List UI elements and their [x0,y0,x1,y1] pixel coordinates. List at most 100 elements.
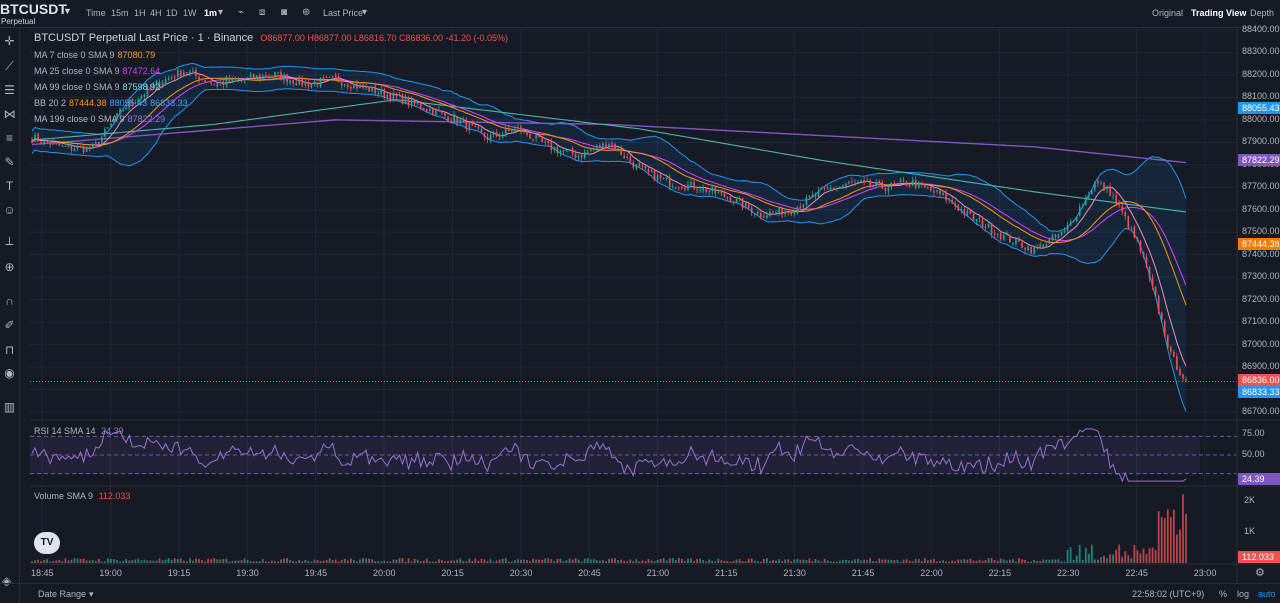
candle-body [386,94,389,98]
legend-bb-label: BB 20 2 [34,98,67,108]
volume-bar [696,559,698,563]
candle-body [107,127,109,129]
volume-bar [289,559,292,563]
volume-bar [884,559,887,563]
volume-bar [55,560,58,563]
volume-bar [1048,559,1051,563]
volume-bar [984,560,987,563]
volume-bar [644,560,647,563]
candle-body [183,71,185,76]
candle-body [681,187,683,189]
volume-bar [799,559,802,563]
legend-ma199[interactable]: MA 199 close 0 SMA 9 87822.29 [34,114,165,124]
volume-bar [1090,544,1093,563]
candle-body [37,133,39,142]
log-scale-toggle[interactable]: log [1237,589,1249,599]
candle-body [796,206,799,214]
legend-ma7[interactable]: MA 7 close 0 SMA 9 87080.79 [34,50,155,60]
date-range-button[interactable]: Date Range [38,589,86,599]
candle-body [195,70,197,76]
candle-body [623,155,625,159]
volume-bar [392,559,395,563]
settings-gear-icon[interactable]: ⚙ [1255,566,1265,579]
volume-bar [492,561,495,563]
volume-bar [225,558,228,563]
candle-body [301,77,304,86]
clock-display[interactable]: 22:58:02 (UTC+9) [1132,589,1204,599]
volume-bar [307,561,310,563]
volume-bar [237,560,240,563]
candle-body [40,142,42,144]
candle-body [532,139,534,141]
volume-bar [987,558,990,563]
candle-body [711,187,714,192]
volume-bar [726,561,729,563]
candle-body [340,83,343,86]
volume-bar [623,560,626,563]
volume-bar [769,561,771,563]
candle-body [1072,220,1075,222]
candle-body [1154,287,1157,297]
volume-legend[interactable]: Volume SMA 9 112.033 [34,491,130,501]
legend-ma99[interactable]: MA 99 close 0 SMA 9 87598.92 [34,82,160,92]
price-tick-label: 87600.00 [1242,203,1280,214]
candle-body [781,207,783,215]
legend-bb[interactable]: BB 20 2 87444.38 88055.43 86833.33 [34,98,188,108]
volume-bar [1012,559,1014,563]
candle-body [362,84,364,88]
candle-body [213,84,216,86]
volume-bar [201,560,203,563]
volume-bar [219,559,222,563]
bb-lower-line [31,88,1187,412]
volume-bar [304,559,307,563]
candle-body [61,145,64,147]
volume-bar [851,560,853,563]
volume-bar [501,558,504,563]
candle-body [793,212,796,214]
candle-body [359,84,361,89]
volume-bar [595,560,598,563]
volume-bar [887,559,890,563]
volume-bar [571,559,574,563]
volume-bar [258,561,261,563]
volume-bar [529,561,531,563]
volume-bar [1163,518,1166,563]
candle-body [501,134,504,137]
auto-scale-toggle[interactable]: auto [1258,589,1276,599]
badge-bb-mid: 87444.38 [1238,238,1280,250]
volume-bar [981,560,984,563]
candle-body [43,139,45,144]
candle-body [583,151,586,158]
percent-scale-toggle[interactable]: % [1219,589,1227,599]
date-range-chevron-icon[interactable]: ▾ [89,589,94,600]
volume-bar [969,558,972,563]
rsi-legend[interactable]: RSI 14 SMA 14 24.39 [34,426,124,436]
volume-bar [243,558,246,563]
candle-body [356,83,358,89]
volume-bar [450,560,452,563]
candle-body [1163,321,1166,337]
volume-bar [1066,549,1069,563]
time-tick-label: 22:30 [1057,568,1080,578]
candle-body [878,181,881,183]
candle-body [304,82,307,85]
candle-body [277,72,279,74]
volume-bar [216,559,219,563]
volume-bar [161,560,164,563]
candle-body [750,207,753,213]
volume-bar [313,559,316,563]
candle-body [268,77,270,79]
chart-canvas[interactable] [0,0,1280,603]
legend-ma25[interactable]: MA 25 close 0 SMA 9 87472.64 [34,66,160,76]
candle-body [571,148,574,155]
candle-body [395,93,398,97]
candle-body [334,75,337,78]
candle-body [927,187,929,189]
volume-tick-label: 1K [1244,525,1256,536]
volume-bar [58,559,61,563]
candle-body [529,133,531,139]
volume-bar [192,560,194,563]
volume-bar [413,558,416,563]
candle-body [714,187,717,194]
volume-bar [1075,555,1078,563]
